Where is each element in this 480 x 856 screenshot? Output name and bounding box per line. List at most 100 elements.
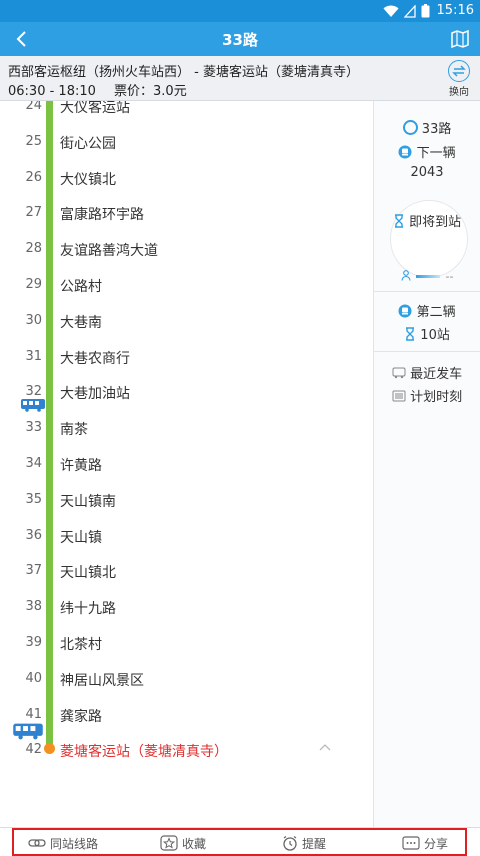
stop-name: 大仪镇北	[60, 171, 116, 188]
status-icons	[383, 4, 430, 18]
stop-number: 28	[25, 241, 42, 257]
stop-number: 35	[25, 491, 42, 507]
stop-row[interactable]: 41 龚家路	[0, 705, 374, 725]
stop-name: 公路村	[60, 279, 102, 295]
stop-number: 29	[25, 277, 42, 292]
stop-row[interactable]: 33 南茶	[0, 418, 374, 438]
route-info: 西部客运枢纽（扬州火车站西） - 菱塘客运站（菱塘清真寺） 06:30 - 18…	[0, 56, 480, 101]
stop-row[interactable]: 27 富康路环宇路	[0, 203, 374, 223]
route-circle-icon	[402, 120, 418, 135]
crowd-value: --	[445, 270, 454, 283]
stop-name: 纬十九路	[60, 601, 116, 618]
stop-name: 大巷农商行	[60, 350, 130, 367]
schedule-button[interactable]: 计划时刻	[374, 386, 480, 405]
list-icon	[392, 390, 406, 402]
stop-row[interactable]: 38 纬十九路	[0, 597, 374, 617]
hourglass-icon	[406, 327, 415, 341]
stop-number: 31	[25, 348, 42, 364]
stop-number: 34	[25, 456, 42, 471]
stop-row[interactable]: 26 大仪镇北	[0, 168, 374, 188]
stop-name: 富康路环宇路	[60, 207, 144, 224]
favorite-button[interactable]: 收藏	[160, 834, 206, 852]
route-name: 33路	[421, 122, 452, 137]
stop-number: 27	[25, 205, 42, 221]
stop-number: 36	[25, 527, 42, 543]
stop-number: 26	[25, 169, 42, 185]
bottom-action-bar: 同站线路 收藏 提醒 分享	[0, 827, 480, 856]
stop-number: 38	[25, 599, 42, 615]
bus-status-panel: 33路 下一辆 2043 即将到站 -- 第二辆 10站 最近发车 计划时刻	[374, 101, 480, 827]
hourglass-icon	[394, 214, 403, 228]
link-icon	[28, 839, 46, 847]
fare: 票价：3.0元	[114, 84, 187, 99]
stop-name: 大仪客运站	[60, 101, 130, 116]
stop-number: 41	[25, 706, 42, 722]
favorite-label: 收藏	[182, 836, 207, 851]
route-direction: 西部客运枢纽（扬州火车站西） - 菱塘客运站（菱塘清真寺）	[8, 65, 359, 80]
app-bar: 33路	[0, 22, 480, 56]
schedule-label: 计划时刻	[410, 390, 463, 405]
bus-outline-icon	[392, 367, 406, 379]
bus-icon	[21, 399, 45, 412]
stop-number: 33	[25, 420, 42, 436]
crowd-row: --	[374, 270, 480, 283]
stop-name: 天山镇南	[60, 493, 116, 510]
bus-front-icon	[398, 304, 412, 318]
second-bus-stops: 10站	[420, 328, 450, 343]
stop-row[interactable]: 30 大巷南	[0, 311, 374, 331]
switch-direction-button[interactable]: 换向	[446, 60, 472, 98]
switch-direction-label: 换向	[449, 87, 469, 98]
stop-name: 南茶	[60, 422, 88, 439]
share-label: 分享	[424, 836, 449, 851]
stop-row[interactable]: 32 大巷加油站	[0, 382, 374, 402]
stop-name: 大巷加油站	[60, 386, 130, 403]
recent-departure-label: 最近发车	[410, 367, 463, 382]
stop-number: 25	[25, 133, 42, 149]
battery-icon	[421, 4, 430, 18]
stop-row[interactable]: 35 天山镇南	[0, 490, 374, 510]
crowd-bar	[416, 275, 441, 278]
next-bus-id: 2043	[410, 165, 444, 180]
stop-row[interactable]: 34 许黄路	[0, 454, 374, 474]
second-bus-distance-row: 10站	[374, 324, 480, 343]
stop-row[interactable]: 25 街心公园	[0, 132, 374, 152]
stop-number: 40	[25, 670, 42, 686]
signal-icon	[404, 4, 416, 18]
alarm-clock-icon	[283, 836, 297, 851]
stop-row[interactable]: 39 北茶村	[0, 633, 374, 653]
stop-name: 许黄路	[60, 458, 102, 474]
next-bus-row: 下一辆	[374, 142, 480, 161]
stop-row[interactable]: 37 天山镇北	[0, 561, 374, 581]
recent-departure-button[interactable]: 最近发车	[374, 363, 480, 382]
collapse-chevron-icon[interactable]	[318, 742, 332, 752]
stop-number: 24	[25, 101, 42, 113]
status-time: 15:16	[436, 3, 474, 18]
stop-number: 39	[25, 635, 42, 650]
share-button[interactable]: 分享	[402, 834, 448, 852]
stop-row[interactable]: 40 神居山风景区	[0, 669, 374, 689]
next-bus-label: 下一辆	[416, 146, 456, 161]
stop-row[interactable]: 24 大仪客运站	[0, 101, 374, 116]
status-bar: 15:16	[0, 0, 480, 22]
second-bus-row: 第二辆	[374, 301, 480, 320]
service-hours: 06:30 - 18:10	[8, 84, 96, 99]
terminal-marker-icon	[44, 743, 55, 755]
remind-label: 提醒	[302, 836, 327, 851]
remind-button[interactable]: 提醒	[282, 834, 326, 852]
panel-separator	[374, 291, 480, 292]
swap-icon	[448, 60, 470, 82]
arriving-label: 即将到站	[409, 215, 462, 230]
stop-row[interactable]: 36 天山镇	[0, 526, 374, 546]
stop-name: 菱塘客运站（菱塘清真寺）	[60, 744, 228, 761]
map-icon[interactable]	[450, 29, 470, 49]
stop-name: 北茶村	[60, 637, 102, 653]
stop-row[interactable]: 29 公路村	[0, 275, 374, 295]
stop-row[interactable]: 28 友谊路善鸿大道	[0, 239, 374, 259]
star-icon	[160, 835, 178, 851]
stop-name: 天山镇北	[60, 565, 116, 582]
stop-number: 37	[25, 563, 42, 579]
route-name-row: 33路	[374, 118, 480, 137]
stop-row[interactable]: 31 大巷农商行	[0, 347, 374, 367]
same-stop-routes-button[interactable]: 同站线路	[28, 834, 98, 852]
stop-list[interactable]: 24 大仪客运站 25 街心公园 26 大仪镇北 27 富康路环宇路 28 友谊路善鸿大道 29 公路…	[0, 101, 374, 827]
